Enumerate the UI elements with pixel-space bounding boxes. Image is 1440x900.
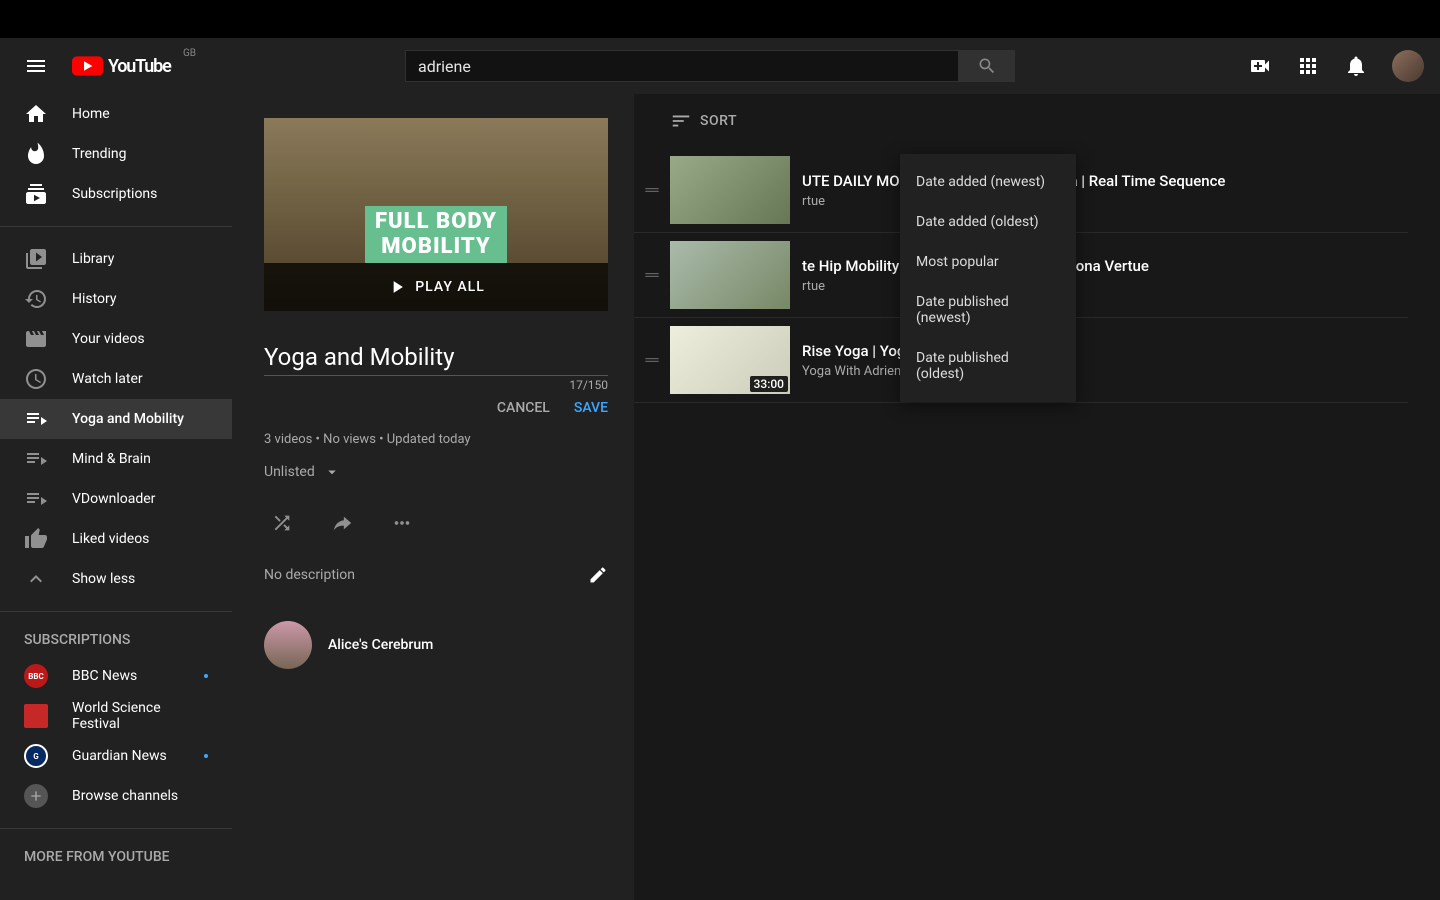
logo-region-label: GB (183, 48, 196, 59)
playlist-title-input[interactable] (264, 335, 608, 376)
hamburger-menu-icon[interactable] (16, 46, 56, 86)
channel-avatar-icon: BBC (24, 664, 48, 688)
edit-description-icon[interactable] (588, 565, 608, 585)
playlist-thumbnail[interactable]: FULL BODYMOBILITY PLAY ALL (264, 118, 608, 311)
video-channel: rtue (802, 279, 1408, 294)
new-content-dot (204, 754, 208, 758)
sidebar-item-playlist-mind[interactable]: Mind & Brain (0, 439, 232, 479)
create-video-icon[interactable] (1240, 46, 1280, 86)
thumbnail-text: FULL BODYMOBILITY (365, 206, 507, 262)
sidebar-item-trending[interactable]: Trending (0, 134, 232, 174)
svg-text:YouTube: YouTube (108, 56, 172, 77)
sidebar-sub-wsf[interactable]: World Science Festival (0, 696, 232, 736)
new-content-dot (204, 674, 208, 678)
channel-avatar-icon (24, 704, 48, 728)
drag-handle-icon[interactable] (634, 350, 670, 370)
sidebar-item-watchlater[interactable]: Watch later (0, 359, 232, 399)
video-title: te Hip Mobility Sequence | Real Time | S… (802, 257, 1408, 275)
sidebar-item-playlist-yoga[interactable]: Yoga and Mobility (0, 399, 232, 439)
sidebar-browse-channels[interactable]: Browse channels (0, 776, 232, 816)
sidebar-item-library[interactable]: Library (0, 239, 232, 279)
sidebar: Home Trending Subscriptions Library Hist… (0, 94, 232, 900)
search-icon (977, 56, 997, 76)
sidebar-item-playlist-vdownloader[interactable]: VDownloader (0, 479, 232, 519)
video-channel: Yoga With Adriene (802, 364, 1408, 379)
sort-menu: Date added (newest) Date added (oldest) … (900, 154, 1076, 402)
more-button[interactable] (384, 505, 420, 541)
drag-handle-icon[interactable] (634, 180, 670, 200)
sidebar-subs-title: SUBSCRIPTIONS (0, 624, 232, 656)
video-title: Rise Yoga | Yoga With Adriene (802, 342, 1408, 360)
sidebar-sub-bbc[interactable]: BBCBBC News (0, 656, 232, 696)
dropdown-arrow-icon (323, 463, 341, 481)
video-duration: 33:00 (750, 376, 788, 392)
sidebar-more-title: MORE FROM YOUTUBE (0, 841, 232, 873)
sort-button[interactable]: SORT (634, 94, 1408, 148)
playlist-meta: 3 videos • No views • Updated today (264, 432, 602, 447)
youtube-logo[interactable]: YouTube GB (72, 54, 180, 78)
sort-option[interactable]: Date published (newest) (900, 282, 1076, 338)
play-icon (387, 277, 407, 297)
share-button[interactable] (324, 505, 360, 541)
user-avatar[interactable] (1392, 50, 1424, 82)
cancel-button[interactable]: CANCEL (497, 400, 550, 416)
apps-icon[interactable] (1288, 46, 1328, 86)
sort-option[interactable]: Date added (oldest) (900, 202, 1076, 242)
video-thumbnail[interactable] (670, 241, 790, 309)
drag-handle-icon[interactable] (634, 265, 670, 285)
notifications-icon[interactable] (1336, 46, 1376, 86)
title-char-count: 17/150 (264, 378, 608, 392)
sidebar-sub-guardian[interactable]: GGuardian News (0, 736, 232, 776)
sidebar-item-home[interactable]: Home (0, 94, 232, 134)
video-thumbnail[interactable]: 33:00 (670, 326, 790, 394)
sidebar-item-showless[interactable]: Show less (0, 559, 232, 599)
video-thumbnail[interactable] (670, 156, 790, 224)
owner-avatar[interactable] (264, 621, 312, 669)
search-box (405, 50, 1015, 82)
channel-avatar-icon: G (24, 744, 48, 768)
sort-icon (670, 110, 692, 132)
sidebar-item-subscriptions[interactable]: Subscriptions (0, 174, 232, 214)
search-button[interactable] (959, 50, 1015, 82)
header: YouTube GB (0, 38, 1440, 94)
save-button[interactable]: SAVE (574, 400, 608, 416)
sidebar-item-history[interactable]: History (0, 279, 232, 319)
shuffle-button[interactable] (264, 505, 300, 541)
sidebar-item-liked[interactable]: Liked videos (0, 519, 232, 559)
search-input[interactable] (405, 50, 959, 82)
sort-option[interactable]: Date published (oldest) (900, 338, 1076, 394)
owner-name[interactable]: Alice's Cerebrum (328, 637, 433, 653)
play-all-button[interactable]: PLAY ALL (264, 263, 608, 311)
sort-option[interactable]: Most popular (900, 242, 1076, 282)
visibility-dropdown[interactable]: Unlisted (264, 463, 602, 481)
sort-option[interactable]: Date added (newest) (900, 162, 1076, 202)
playlist-info-panel: FULL BODYMOBILITY PLAY ALL 17/150 CANCEL… (232, 94, 634, 900)
description-text: No description (264, 567, 355, 583)
video-title: UTE DAILY MOBILITY ROUTINE | No Yoga | R… (802, 172, 1408, 190)
sidebar-item-yourvideos[interactable]: Your videos (0, 319, 232, 359)
video-channel: rtue (802, 194, 1408, 209)
plus-icon (24, 784, 48, 808)
